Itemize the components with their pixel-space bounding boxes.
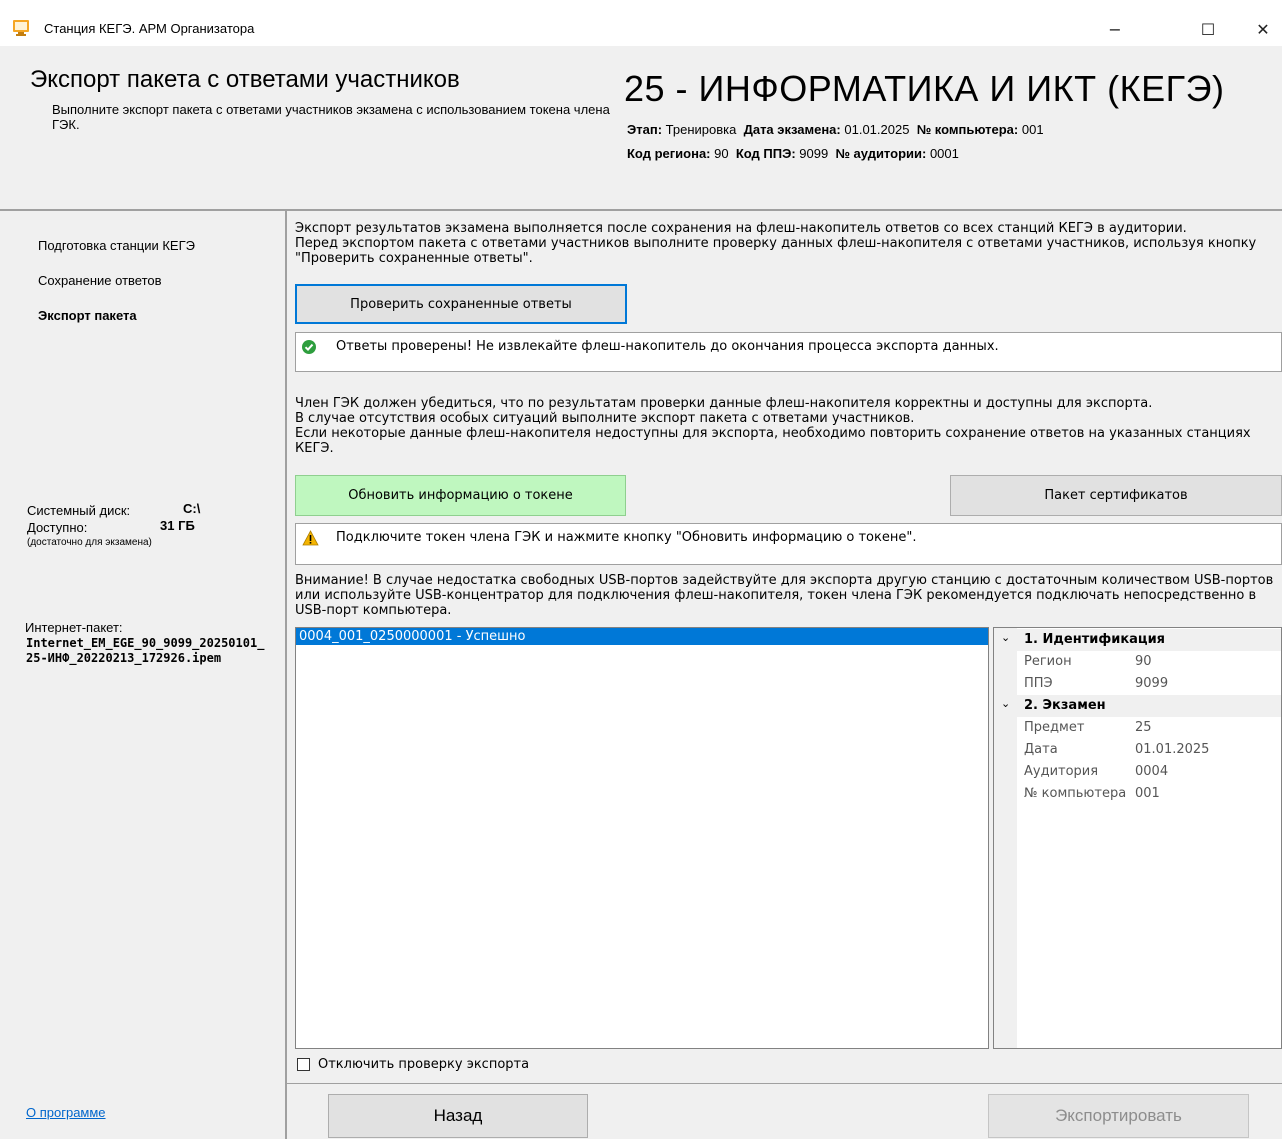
property-key: Регион — [1024, 654, 1072, 669]
property-value: 01.01.2025 — [1135, 742, 1210, 757]
group-label: 2. Экзамен — [1024, 698, 1106, 713]
property-row-subject[interactable]: Предмет 25 — [994, 717, 1281, 739]
disable-check-label[interactable]: Отключить проверку экспорта — [318, 1057, 529, 1072]
export-button[interactable]: Экспортировать — [988, 1094, 1249, 1138]
group-exam[interactable]: ⌄ 2. Экзамен — [994, 695, 1281, 717]
property-key: Дата — [1024, 742, 1058, 757]
disk-label: Системный диск: — [27, 503, 131, 518]
available-value: 31 ГБ — [160, 518, 195, 533]
date-label: Дата экзамена: — [743, 122, 841, 137]
date-value: 01.01.2025 — [844, 122, 910, 137]
success-check-icon — [302, 340, 316, 354]
close-button[interactable]: ✕ — [1240, 12, 1282, 46]
stage-value: Тренировка — [665, 122, 737, 137]
group-identification[interactable]: ⌄ 1. Идентификация — [994, 629, 1281, 651]
minimize-button[interactable]: − — [1092, 12, 1138, 46]
property-key: Предмет — [1024, 720, 1085, 735]
disk-value: C:\ — [183, 501, 201, 516]
footer-divider — [287, 1083, 1282, 1084]
chevron-down-icon[interactable]: ⌄ — [1001, 697, 1010, 710]
group-label: 1. Идентификация — [1024, 632, 1166, 647]
about-link[interactable]: О программе — [26, 1105, 106, 1120]
token-message-box: Подключите токен члена ГЭК и нажмите кно… — [295, 523, 1282, 565]
ppe-label: Код ППЭ: — [735, 146, 796, 161]
back-button[interactable]: Назад — [328, 1094, 588, 1138]
region-value: 90 — [714, 146, 729, 161]
property-row-computer[interactable]: № компьютера 001 — [994, 783, 1281, 805]
property-row-ppe[interactable]: ППЭ 9099 — [994, 673, 1281, 695]
intro-text: Экспорт результатов экзамена выполняется… — [295, 221, 1257, 266]
room-label: № аудитории: — [835, 146, 927, 161]
package-value: Internet_EM_EGE_90_9099_20250101_25-ИНФ_… — [26, 636, 265, 665]
check-answers-button[interactable]: Проверить сохраненные ответы — [295, 284, 627, 324]
property-row-date[interactable]: Дата 01.01.2025 — [994, 739, 1281, 761]
page-title: Экспорт пакета с ответами участников — [30, 66, 460, 93]
computer-value: 001 — [1021, 122, 1044, 137]
property-value: 001 — [1135, 786, 1160, 801]
window-title: Станция КЕГЭ. АРМ Организатора — [44, 21, 255, 36]
certificates-button[interactable]: Пакет сертификатов — [950, 475, 1282, 516]
subject-title: 25 - ИНФОРМАТИКА И ИКТ (КЕГЭ) — [624, 68, 1225, 109]
refresh-token-button[interactable]: Обновить информацию о токене — [295, 475, 626, 516]
property-row-room[interactable]: Аудитория 0004 — [994, 761, 1281, 783]
list-item[interactable]: 0004_001_0250000001 - Успешно — [296, 628, 988, 645]
property-key: ППЭ — [1024, 676, 1053, 691]
property-value: 90 — [1135, 654, 1152, 669]
usb-warning-text: Внимание! В случае недостатка свободных … — [295, 573, 1274, 618]
export-results-list[interactable]: 0004_001_0250000001 - Успешно — [295, 627, 989, 1049]
property-key: № компьютера — [1024, 786, 1127, 801]
page-subtitle: Выполните экспорт пакета с ответами учас… — [52, 102, 610, 132]
property-grid[interactable]: ⌄ 1. Идентификация Регион 90 ППЭ 9099 ⌄ … — [993, 627, 1282, 1049]
disable-check-checkbox[interactable] — [297, 1058, 310, 1071]
sidebar-item-saving[interactable]: Сохранение ответов — [38, 273, 162, 288]
chevron-down-icon[interactable]: ⌄ — [1001, 631, 1010, 644]
app-icon — [13, 20, 29, 36]
sidebar-divider — [285, 211, 287, 1139]
sidebar-item-preparation[interactable]: Подготовка станции КЕГЭ — [38, 238, 195, 253]
check-message-box: Ответы проверены! Не извлекайте флеш-нак… — [295, 332, 1282, 372]
room-value: 0001 — [929, 146, 959, 161]
header-divider — [0, 209, 1282, 211]
region-label: Код региона: — [627, 146, 711, 161]
warning-icon — [302, 530, 319, 546]
sidebar-item-export[interactable]: Экспорт пакета — [38, 308, 137, 323]
package-label: Интернет-пакет: — [25, 620, 123, 635]
token-message: Подключите токен члена ГЭК и нажмите кно… — [336, 530, 917, 545]
property-value: 0004 — [1135, 764, 1169, 779]
gek-instructions: Член ГЭК должен убедиться, что по резуль… — [295, 396, 1251, 456]
maximize-button[interactable]: ☐ — [1185, 12, 1231, 46]
exam-info-line-2: Код региона: 90 Код ППЭ: 9099 № аудитори… — [627, 146, 959, 161]
ppe-value: 9099 — [799, 146, 829, 161]
property-value: 9099 — [1135, 676, 1169, 691]
property-value: 25 — [1135, 720, 1152, 735]
check-message: Ответы проверены! Не извлекайте флеш-нак… — [336, 339, 999, 354]
stage-label: Этап: — [627, 122, 663, 137]
property-key: Аудитория — [1024, 764, 1099, 779]
available-label: Доступно: — [27, 520, 88, 535]
available-note: (достаточно для экзамена) — [27, 537, 152, 548]
exam-info-line-1: Этап: Тренировка Дата экзамена: 01.01.20… — [627, 122, 1044, 137]
property-row-region[interactable]: Регион 90 — [994, 651, 1281, 673]
computer-label: № компьютера: — [916, 122, 1019, 137]
